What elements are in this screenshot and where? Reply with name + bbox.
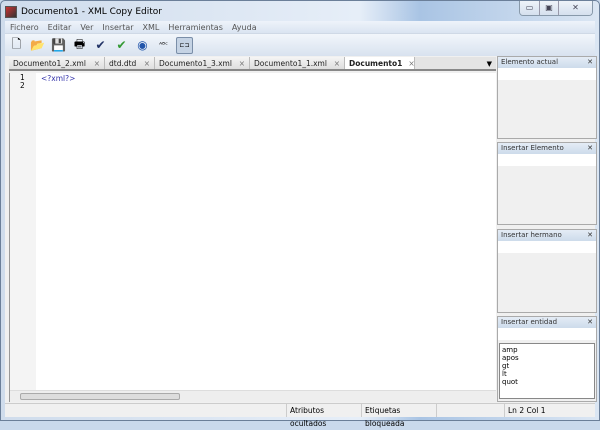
menu-insertar[interactable]: Insertar <box>102 23 133 32</box>
list-item[interactable]: amp <box>502 346 592 354</box>
entity-filter-input[interactable] <box>498 328 596 340</box>
save-icon[interactable]: 💾 <box>50 37 67 54</box>
code-editor[interactable]: 1 2 <?xml?> <box>9 73 496 402</box>
panel-body <box>498 241 596 253</box>
editor-content[interactable]: <?xml?> <box>41 74 75 83</box>
close-panel-icon[interactable]: ✕ <box>587 143 593 154</box>
menu-xml[interactable]: XML <box>143 23 160 32</box>
tab-dtd[interactable]: dtd.dtd × <box>105 57 155 69</box>
panel-elemento-actual: Elemento actual ✕ <box>497 56 597 139</box>
browser-icon[interactable]: ◉ <box>134 37 151 54</box>
status-position: Ln 2 Col 1 <box>508 406 546 415</box>
close-panel-icon[interactable]: ✕ <box>587 317 593 328</box>
panel-insertar-entidad: Insertar entidad ✕ amp apos gt lt quot <box>497 316 597 402</box>
close-tab-icon[interactable]: × <box>334 59 340 68</box>
spellcheck-icon[interactable]: ᴬᴮᶜ <box>155 37 172 54</box>
tab-label: Documento1_3.xml <box>159 58 232 68</box>
panel-body <box>498 68 596 80</box>
app-window: Documento1 - XML Copy Editor ▭ ▣ ✕ Fiche… <box>0 0 600 428</box>
close-button[interactable]: ✕ <box>558 1 592 15</box>
menu-ver[interactable]: Ver <box>80 23 93 32</box>
menu-bar: Fichero Editar Ver Insertar XML Herramie… <box>5 21 595 33</box>
list-item[interactable]: quot <box>502 378 592 386</box>
panel-title: Insertar Elemento <box>501 144 564 152</box>
tab-documento1[interactable]: Documento1 × <box>345 57 415 69</box>
app-icon <box>5 6 17 18</box>
status-bar: Atributos ocultados Etiquetas bloqueada … <box>5 403 595 428</box>
tab-documento1-1[interactable]: Documento1_1.xml × <box>250 57 345 69</box>
menu-ayuda[interactable]: Ayuda <box>232 23 257 32</box>
panel-body <box>498 154 596 166</box>
panel-title: Elemento actual <box>501 58 559 66</box>
tab-label: Documento1 <box>349 58 403 68</box>
code-line: <?xml?> <box>41 74 76 83</box>
toolbar: 🗋 📂 💾 🖶 ✔ ✔ ◉ ᴬᴮᶜ ⊏⊐ <box>5 33 595 56</box>
check-wellformed-icon[interactable]: ✔ <box>92 37 109 54</box>
panel-insertar-elemento: Insertar Elemento ✕ <box>497 142 597 225</box>
new-file-icon[interactable]: 🗋 <box>8 37 25 54</box>
menu-herramientas[interactable]: Herramientas <box>168 23 223 32</box>
menu-fichero[interactable]: Fichero <box>10 23 39 32</box>
tab-documento1-3[interactable]: Documento1_3.xml × <box>155 57 250 69</box>
tag-lock-icon[interactable]: ⊏⊐ <box>176 36 193 54</box>
window-title: Documento1 - XML Copy Editor <box>21 7 162 17</box>
status-empty <box>437 404 505 417</box>
close-tab-icon[interactable]: × <box>94 59 100 68</box>
tab-label: Documento1_1.xml <box>254 58 327 68</box>
close-panel-icon[interactable]: ✕ <box>587 57 593 68</box>
tab-label: Documento1_2.xml <box>13 58 86 68</box>
close-tab-icon[interactable]: × <box>239 59 245 68</box>
open-folder-icon[interactable]: 📂 <box>29 37 46 54</box>
minimize-button[interactable]: ▭ <box>520 1 539 15</box>
close-panel-icon[interactable]: ✕ <box>587 230 593 241</box>
list-item[interactable]: lt <box>502 370 592 378</box>
scrollbar-thumb[interactable] <box>20 393 180 400</box>
tab-list-dropdown[interactable]: ▼ <box>487 57 496 69</box>
list-item[interactable]: gt <box>502 362 592 370</box>
maximize-button[interactable]: ▣ <box>539 1 558 15</box>
title-bar: Documento1 - XML Copy Editor <box>5 4 162 20</box>
close-tab-icon[interactable]: × <box>144 59 150 68</box>
panel-title: Insertar entidad <box>501 318 558 326</box>
tab-documento1-2[interactable]: Documento1_2.xml × <box>9 57 105 69</box>
menu-editar[interactable]: Editar <box>48 23 72 32</box>
line-number-gutter: 1 2 <box>10 73 36 390</box>
panel-insertar-hermano: Insertar hermano ✕ <box>497 229 597 313</box>
list-item[interactable]: apos <box>502 354 592 362</box>
status-tags: Etiquetas bloqueada <box>362 404 437 428</box>
status-attributes: Atributos ocultados <box>287 404 362 428</box>
entity-list[interactable]: amp apos gt lt quot <box>499 343 595 399</box>
panel-title: Insertar hermano <box>501 231 562 239</box>
document-tabs: Documento1_2.xml × dtd.dtd × Documento1_3.… <box>9 57 496 71</box>
line-number: 2 <box>20 81 25 90</box>
horizontal-scrollbar[interactable] <box>10 390 496 402</box>
print-icon[interactable]: 🖶 <box>71 37 88 54</box>
close-tab-icon[interactable]: × <box>408 59 414 68</box>
validate-icon[interactable]: ✔ <box>113 37 130 54</box>
tab-label: dtd.dtd <box>109 58 137 68</box>
status-empty <box>5 404 287 417</box>
